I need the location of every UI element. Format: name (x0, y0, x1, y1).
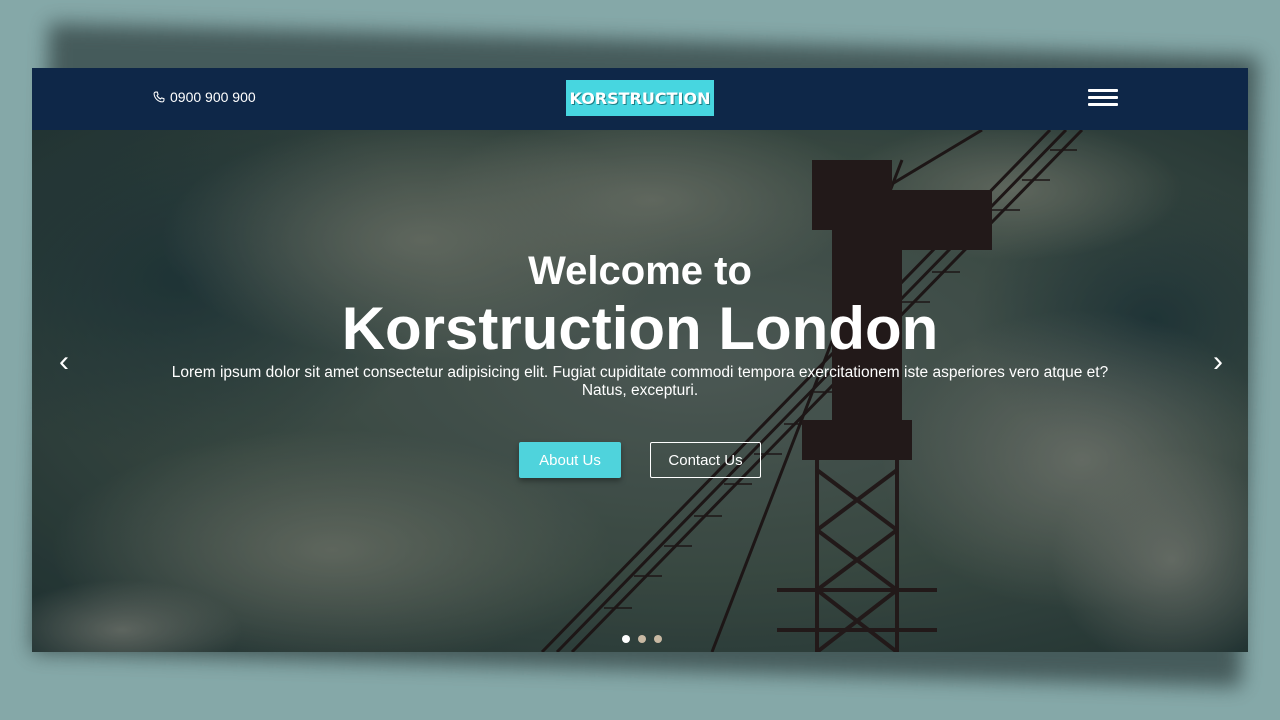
phone-number: 0900 900 900 (170, 89, 256, 105)
carousel-dot[interactable] (638, 635, 646, 643)
carousel-dot[interactable] (622, 635, 630, 643)
logo-text: KORSTRUCTION (569, 88, 711, 108)
page-backdrop: 0900 900 900 KORSTRUCTION Welcome to Kor… (0, 0, 1280, 720)
hamburger-line (1088, 96, 1118, 99)
hamburger-line (1088, 89, 1118, 92)
carousel-indicators (622, 635, 662, 643)
website-frame: 0900 900 900 KORSTRUCTION Welcome to Kor… (32, 68, 1248, 652)
hero-title: Korstruction London (341, 295, 939, 362)
carousel-dot[interactable] (654, 635, 662, 643)
hamburger-menu-icon[interactable] (1088, 88, 1118, 108)
brand-logo[interactable]: KORSTRUCTION (566, 80, 714, 116)
hero-carousel: Welcome to Korstruction London Lorem ips… (32, 130, 1248, 652)
hero-welcome-heading: Welcome to (528, 249, 752, 293)
about-us-button[interactable]: About Us (519, 442, 621, 478)
contact-us-button[interactable]: Contact Us (650, 442, 761, 478)
carousel-next-arrow-icon[interactable]: › (1206, 344, 1230, 380)
carousel-prev-arrow-icon[interactable]: ‹ (52, 344, 76, 380)
phone-icon (153, 91, 165, 103)
phone-contact[interactable]: 0900 900 900 (152, 89, 256, 105)
navbar: 0900 900 900 KORSTRUCTION (32, 68, 1248, 130)
hamburger-line (1088, 103, 1118, 106)
hero-lead-text: Lorem ipsum dolor sit amet consectetur a… (171, 364, 1109, 399)
hero-content: Welcome to Korstruction London Lorem ips… (32, 130, 1248, 652)
